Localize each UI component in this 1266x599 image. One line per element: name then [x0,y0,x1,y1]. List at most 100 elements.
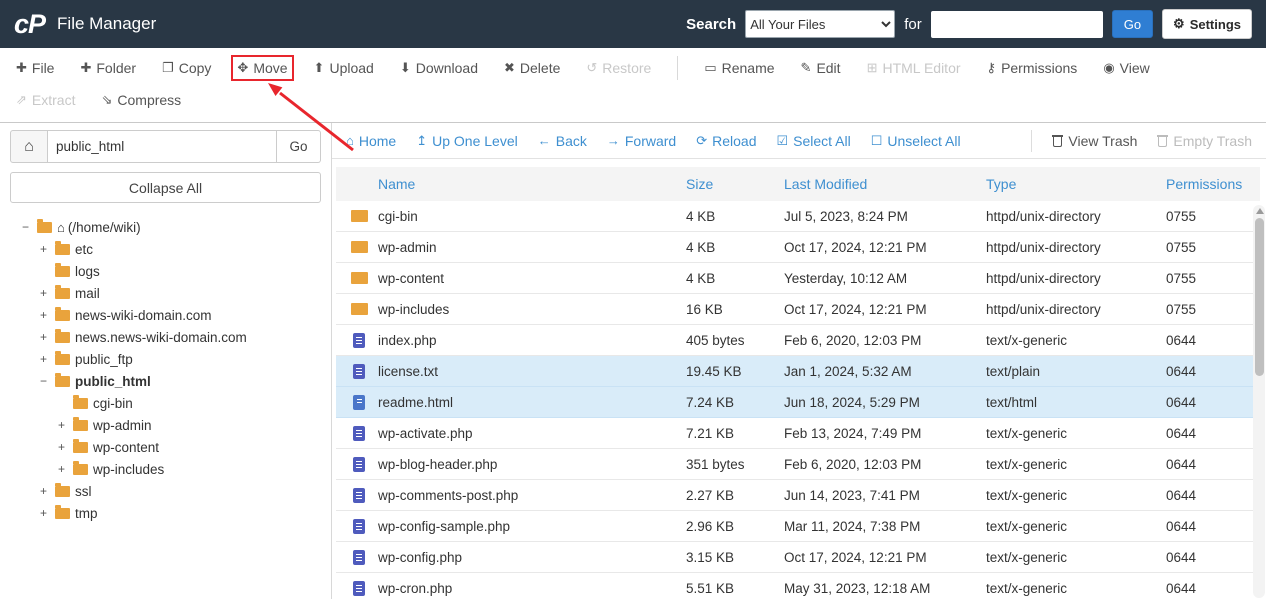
expand-icon[interactable]: + [40,286,55,300]
toolbar-permissions-button[interactable]: ⚷ Permissions [981,55,1084,81]
file-icon-cell [336,456,372,472]
expand-icon[interactable]: + [40,484,55,498]
expand-icon[interactable]: + [40,330,55,344]
file-row-wp-comments-post-php[interactable]: wp-comments-post.php 2.27 KB Jun 14, 2023,… [336,480,1260,511]
collapse-all-button[interactable]: Collapse All [10,172,321,203]
tree-item-public-ftp[interactable]: + public_ftp [10,348,321,370]
tree-item-news-news-wiki-domain-com[interactable]: + news.news-wiki-domain.com [10,326,321,348]
header-search-area: Search All Your Files for Go ⚙ Settings [686,9,1252,39]
file-type: text/x-generic [986,332,1068,348]
file-row-license-txt[interactable]: license.txt 19.45 KB Jan 1, 2024, 5:32 AM t… [336,356,1260,387]
tree-item-mail[interactable]: + mail [10,282,321,304]
tree-item-news-wiki-domain-com[interactable]: + news-wiki-domain.com [10,304,321,326]
file-row-index-php[interactable]: index.php 405 bytes Feb 6, 2020, 12:03 PM t… [336,325,1260,356]
toolbar-row-1: ✚ File ✚ Folder ❐ Copy ✥ Move ⬆ Upload ⬇ Download ✖ D… [8,52,1258,84]
expand-icon[interactable]: + [40,242,55,256]
file-row-wp-config-php[interactable]: wp-config.php 3.15 KB Oct 17, 2024, 12:21 … [336,542,1260,573]
toolbar-download-label: Download [415,60,478,76]
nav-view-trash-button[interactable]: View Trash [1052,133,1137,149]
nav-unselect-all-label: Unselect All [887,132,961,149]
search-input[interactable] [930,10,1103,38]
settings-button[interactable]: ⚙ Settings [1162,9,1252,39]
tree-item-label: wp-admin [93,417,152,433]
file-row-wp-admin[interactable]: wp-admin 4 KB Oct 17, 2024, 12:21 PM httpd/… [336,232,1260,263]
tree-item-label: etc [75,241,94,257]
nav-up-one-level-label: Up One Level [432,132,518,149]
tree-item-public-html[interactable]: − public_html [10,370,321,392]
file-row-readme-html[interactable]: readme.html 7.24 KB Jun 18, 2024, 5:29 PM t… [336,387,1260,418]
file-row-wp-config-sample-php[interactable]: wp-config-sample.php 2.96 KB Mar 11, 2024,… [336,511,1260,542]
column-header-size[interactable]: Size [680,176,778,192]
folder-icon [55,262,70,277]
column-header-type[interactable]: Type [980,176,1160,192]
scrollbar-thumb[interactable] [1254,218,1264,376]
file-type: httpd/unix-directory [986,208,1101,224]
expand-icon[interactable]: + [40,308,55,322]
file-row-wp-blog-header-php[interactable]: wp-blog-header.php 351 bytes Feb 6, 2020, … [336,449,1260,480]
file-modified: Jun 18, 2024, 5:29 PM [784,394,920,410]
column-header-permissions[interactable]: Permissions [1160,176,1260,192]
collapse-icon[interactable]: − [40,374,55,388]
up-one-level-icon: ↥ [416,132,428,148]
settings-label: Settings [1189,16,1241,32]
tree-item-ssl[interactable]: + ssl [10,480,321,502]
toolbar-copy-button[interactable]: ❐ Copy [156,55,217,81]
nav-home-button[interactable]: ⌂ Home [346,133,396,149]
gear-icon: ⚙ [1173,16,1185,31]
file-row-wp-activate-php[interactable]: wp-activate.php 7.21 KB Feb 13, 2024, 7:49… [336,418,1260,449]
file-name: wp-content [378,270,445,286]
expand-icon[interactable]: + [40,506,55,520]
column-header-last-modified[interactable]: Last Modified [778,176,980,192]
home-icon-button[interactable]: ⌂ [10,130,48,163]
nav-unselect-all-button[interactable]: ☐ Unselect All [871,133,961,149]
toolbar-folder-button[interactable]: ✚ Folder [74,55,142,81]
tree-item-home-wiki[interactable]: − ⌂ (/home/wiki) [10,216,321,238]
file-type: text/html [986,394,1038,410]
file-icon [353,456,365,472]
file-perms: 0644 [1166,487,1197,503]
search-go-button[interactable]: Go [1111,10,1154,38]
nav-reload-button[interactable]: ⟳ Reload [696,133,756,149]
tree-item-tmp[interactable]: + tmp [10,502,321,524]
tree-item-wp-includes[interactable]: + wp-includes [10,458,321,480]
nav-up-one-level-button[interactable]: ↥ Up One Level [416,133,518,149]
toolbar-extract-label: Extract [31,92,76,108]
folder-icon [350,303,368,315]
toolbar-edit-button[interactable]: ✎ Edit [795,55,847,81]
vertical-scrollbar[interactable] [1253,205,1265,598]
collapse-icon[interactable]: − [22,220,37,234]
toolbar-rename-button[interactable]: ▭ Rename [698,55,780,81]
tree-item-cgi-bin[interactable]: cgi-bin [10,392,321,414]
nav-forward-button[interactable]: → Forward [607,133,676,149]
file-size: 4 KB [686,239,716,255]
column-header-name[interactable]: Name [372,176,680,192]
scroll-up-arrow-icon[interactable] [1255,208,1264,214]
file-row-wp-includes[interactable]: wp-includes 16 KB Oct 17, 2024, 12:21 PM ht… [336,294,1260,325]
nav-back-button[interactable]: ← Back [538,133,587,149]
toolbar-delete-button[interactable]: ✖ Delete [498,55,566,81]
expand-icon[interactable]: + [40,352,55,366]
path-input[interactable] [48,130,277,163]
toolbar-download-button[interactable]: ⬇ Download [394,55,484,81]
tree-item-etc[interactable]: + etc [10,238,321,260]
toolbar-view-button[interactable]: ◉ View [1097,55,1155,81]
file-row-cgi-bin[interactable]: cgi-bin 4 KB Jul 5, 2023, 8:24 PM httpd/uni… [336,201,1260,232]
path-go-button[interactable]: Go [277,130,321,163]
move-icon: ✥ [237,60,249,75]
file-row-wp-content[interactable]: wp-content 4 KB Yesterday, 10:12 AM httpd/u… [336,263,1260,294]
delete-icon: ✖ [504,60,515,75]
file-row-wp-cron-php[interactable]: wp-cron.php 5.51 KB May 31, 2023, 12:18 AM… [336,573,1260,599]
search-scope-select[interactable]: All Your Files [745,10,896,38]
toolbar-compress-button[interactable]: ⇘ Compress [95,87,187,113]
tree-item-logs[interactable]: logs [10,260,321,282]
expand-icon[interactable]: + [58,418,73,432]
toolbar-file-button[interactable]: ✚ File [10,55,60,81]
nav-select-all-button[interactable]: ☑ Select All [777,133,851,149]
expand-icon[interactable]: + [58,440,73,454]
toolbar-upload-button[interactable]: ⬆ Upload [308,55,380,81]
toolbar-move-button[interactable]: ✥ Move [231,55,294,81]
tree-item-wp-admin[interactable]: + wp-admin [10,414,321,436]
tree-item-wp-content[interactable]: + wp-content [10,436,321,458]
expand-icon[interactable]: + [58,462,73,476]
toolbar-separator [677,56,679,80]
